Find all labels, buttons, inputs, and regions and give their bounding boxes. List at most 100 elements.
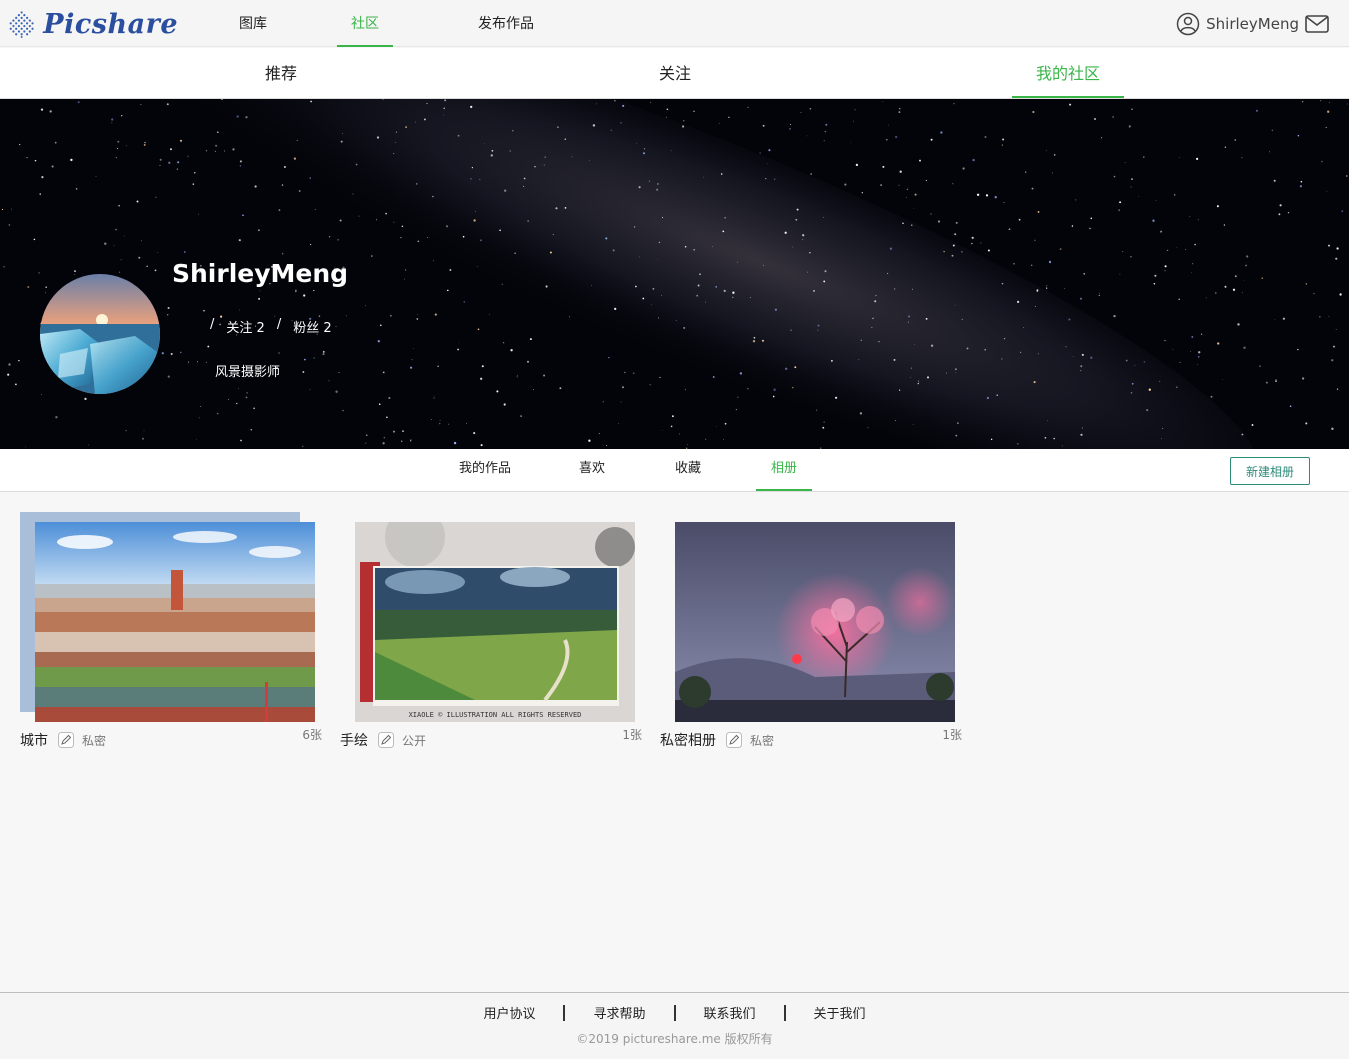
star (638, 186, 641, 189)
star (1003, 337, 1006, 340)
star (634, 285, 637, 288)
tab-recommend[interactable]: 推荐 (250, 48, 312, 98)
star (914, 343, 915, 345)
tab-my-works[interactable]: 我的作品 (449, 449, 521, 491)
nav-community[interactable]: 社区 (337, 0, 393, 47)
followers-stat[interactable]: 粉丝 2 (293, 317, 331, 336)
star (453, 441, 457, 445)
star (910, 224, 913, 227)
star (683, 120, 685, 122)
footer-link-contact[interactable]: 联系我们 (676, 1003, 784, 1022)
album-cover[interactable] (35, 522, 315, 722)
star (1234, 275, 1237, 278)
star (216, 131, 219, 134)
album-card[interactable]: 私密相册 私密 1张 (660, 512, 962, 752)
star (257, 229, 260, 232)
tab-albums[interactable]: 相册 (756, 449, 812, 491)
star (383, 437, 385, 439)
star (283, 166, 286, 168)
star (1146, 409, 1149, 412)
star (661, 294, 662, 296)
star (501, 283, 503, 285)
star (207, 345, 210, 348)
star (1037, 210, 1040, 213)
star (503, 403, 506, 406)
star (104, 242, 107, 245)
star (1335, 329, 1337, 331)
star (523, 185, 525, 187)
album-title[interactable]: 手绘 (340, 730, 368, 750)
star (1275, 380, 1277, 382)
star (77, 101, 80, 104)
star (393, 430, 395, 433)
star (662, 217, 664, 219)
star (784, 231, 787, 234)
star (722, 230, 725, 233)
footer-link-terms[interactable]: 用户协议 (455, 1003, 563, 1022)
star (1054, 154, 1056, 156)
album-cover[interactable]: XIAOLE © ILLUSTRATION ALL RIGHTS RESERVE… (355, 522, 635, 722)
star (1327, 110, 1330, 113)
copyright: ©2019 pictureshare.me 版权所有 (576, 1032, 773, 1046)
album-privacy: 私密 (82, 733, 107, 748)
footer-link-about[interactable]: 关于我们 (786, 1003, 894, 1022)
star (449, 269, 452, 271)
tab-my-community[interactable]: 我的社区 (1012, 48, 1124, 98)
edit-icon[interactable] (726, 732, 742, 748)
nav-gallery[interactable]: 图库 (228, 0, 278, 47)
logo[interactable]: Picshare (8, 4, 178, 44)
user-menu[interactable]: ShirleyMeng (1176, 11, 1329, 37)
star (481, 365, 484, 368)
star (416, 318, 419, 320)
star (88, 444, 89, 446)
star (823, 140, 825, 142)
star (358, 215, 360, 217)
star (140, 240, 142, 242)
edit-icon[interactable] (58, 732, 74, 748)
album-count: 1张 (622, 728, 642, 742)
star (824, 270, 827, 273)
star (1320, 100, 1322, 102)
new-album-button[interactable]: 新建相册 (1230, 457, 1310, 485)
star (564, 138, 567, 141)
star (1223, 224, 1226, 226)
star (393, 221, 395, 223)
tab-following[interactable]: 关注 (644, 48, 706, 98)
star (176, 168, 179, 170)
username[interactable]: ShirleyMeng (1206, 15, 1299, 33)
star (1336, 247, 1339, 250)
star (335, 390, 338, 393)
footer-link-help[interactable]: 寻求帮助 (565, 1003, 673, 1022)
star (1068, 318, 1071, 321)
star (489, 313, 490, 315)
star (659, 376, 661, 379)
star (1130, 392, 1133, 394)
star (1194, 243, 1196, 246)
star (895, 135, 898, 139)
album-card[interactable]: XIAOLE © ILLUSTRATION ALL RIGHTS RESERVE… (340, 512, 642, 752)
star (404, 278, 405, 280)
star (792, 246, 794, 248)
star (1297, 348, 1299, 351)
album-title[interactable]: 城市 (20, 730, 48, 750)
mail-icon[interactable] (1305, 14, 1329, 34)
star (309, 389, 311, 391)
star (1224, 285, 1227, 288)
star (427, 237, 429, 238)
star (1081, 427, 1083, 429)
star (214, 150, 216, 152)
avatar[interactable] (40, 274, 160, 394)
album-card[interactable]: 城市 私密 6张 (20, 512, 322, 752)
star (789, 128, 791, 130)
star (639, 256, 641, 258)
following-stat[interactable]: 关注 2 (226, 317, 264, 336)
tab-favorites[interactable]: 收藏 (664, 449, 712, 491)
album-title[interactable]: 私密相册 (660, 730, 716, 750)
profile-tabs: 我的作品 喜欢 收藏 相册 新建相册 (0, 449, 1349, 492)
nav-publish[interactable]: 发布作品 (470, 0, 542, 47)
star (1326, 191, 1328, 192)
edit-icon[interactable] (378, 732, 394, 748)
tab-likes[interactable]: 喜欢 (568, 449, 616, 491)
star (203, 309, 205, 312)
album-cover[interactable] (675, 522, 955, 722)
